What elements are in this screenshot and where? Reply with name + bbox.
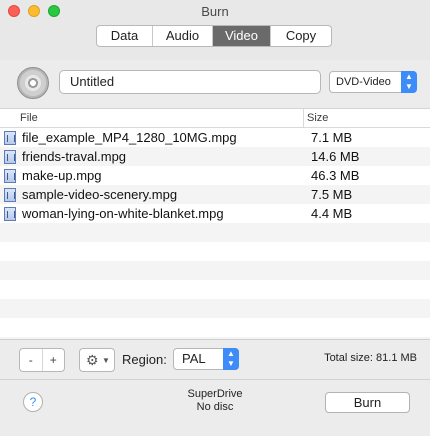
- empty-row: [0, 223, 430, 242]
- actions-menu-button[interactable]: ⚙ ▼: [79, 348, 115, 372]
- column-header-size[interactable]: Size: [304, 109, 328, 127]
- region-select[interactable]: PAL ▲ ▼: [173, 348, 239, 370]
- tab-data[interactable]: Data: [97, 26, 153, 46]
- chevron-updown-icon: ▲ ▼: [401, 71, 417, 93]
- add-remove-buttons: - +: [19, 348, 65, 372]
- disc-format-value: DVD-Video: [336, 76, 391, 88]
- drive-info: SuperDrive No disc: [150, 388, 280, 414]
- file-row[interactable]: make-up.mpg 46.3 MB: [0, 166, 430, 185]
- drive-name: SuperDrive: [187, 388, 243, 400]
- file-size: 7.1 MB: [311, 130, 353, 145]
- file-row[interactable]: woman-lying-on-white-blanket.mpg 4.4 MB: [0, 204, 430, 223]
- file-video-icon: [4, 149, 16, 164]
- bottom-bar: - + ⚙ ▼ Region: PAL ▲ ▼ Total size: 81.1 M…: [0, 340, 430, 436]
- file-name: sample-video-scenery.mpg: [22, 187, 178, 202]
- file-video-icon: [4, 187, 16, 202]
- file-size: 14.6 MB: [311, 149, 360, 164]
- burn-window: Burn Data Audio Video Copy Untitled DVD-…: [0, 0, 430, 436]
- tab-audio[interactable]: Audio: [153, 26, 213, 46]
- tab-video[interactable]: Video: [213, 26, 271, 46]
- file-name: woman-lying-on-white-blanket.mpg: [22, 206, 224, 221]
- file-video-icon: [4, 206, 16, 221]
- chevron-down-icon: ▼: [102, 356, 110, 365]
- remove-file-button[interactable]: -: [20, 349, 43, 371]
- file-video-icon: [4, 130, 16, 145]
- file-name: file_example_MP4_1280_10MG.mpg: [22, 130, 237, 145]
- disc-name-field[interactable]: Untitled: [59, 70, 321, 94]
- file-row[interactable]: sample-video-scenery.mpg 7.5 MB: [0, 185, 430, 204]
- empty-row: [0, 261, 430, 280]
- empty-row: [0, 318, 430, 337]
- disc-format-select[interactable]: DVD-Video ▲ ▼: [329, 71, 417, 93]
- file-size: 46.3 MB: [311, 168, 360, 183]
- tab-copy[interactable]: Copy: [271, 26, 331, 46]
- disc-icon: [17, 67, 49, 99]
- file-list-header: File Size: [0, 109, 430, 128]
- mode-tabs: Data Audio Video Copy: [96, 25, 332, 47]
- file-name: friends-traval.mpg: [22, 149, 127, 164]
- gear-icon: ⚙: [86, 352, 99, 368]
- drive-status: No disc: [196, 401, 234, 413]
- file-size: 7.5 MB: [311, 187, 353, 202]
- disc-settings-row: Untitled DVD-Video ▲ ▼: [0, 60, 430, 108]
- add-file-button[interactable]: +: [43, 349, 65, 371]
- file-size: 4.4 MB: [311, 206, 353, 221]
- empty-row: [0, 242, 430, 261]
- region-value: PAL: [182, 351, 206, 366]
- help-button[interactable]: ?: [23, 392, 43, 412]
- file-video-icon: [4, 168, 16, 183]
- burn-button[interactable]: Burn: [325, 392, 410, 413]
- file-list: File Size file_example_MP4_1280_10MG.mpg…: [0, 108, 430, 340]
- column-header-file[interactable]: File: [0, 109, 304, 127]
- chevron-updown-icon: ▲ ▼: [223, 348, 239, 370]
- region-label: Region:: [122, 352, 167, 367]
- file-row[interactable]: file_example_MP4_1280_10MG.mpg 7.1 MB: [0, 128, 430, 147]
- total-size: Total size: 81.1 MB: [324, 352, 417, 364]
- window-title: Burn: [201, 4, 229, 19]
- file-name: make-up.mpg: [22, 168, 102, 183]
- title-bar: Burn Data Audio Video Copy: [0, 0, 430, 60]
- file-row[interactable]: friends-traval.mpg 14.6 MB: [0, 147, 430, 166]
- empty-row: [0, 280, 430, 299]
- divider: [0, 379, 430, 380]
- empty-row: [0, 299, 430, 318]
